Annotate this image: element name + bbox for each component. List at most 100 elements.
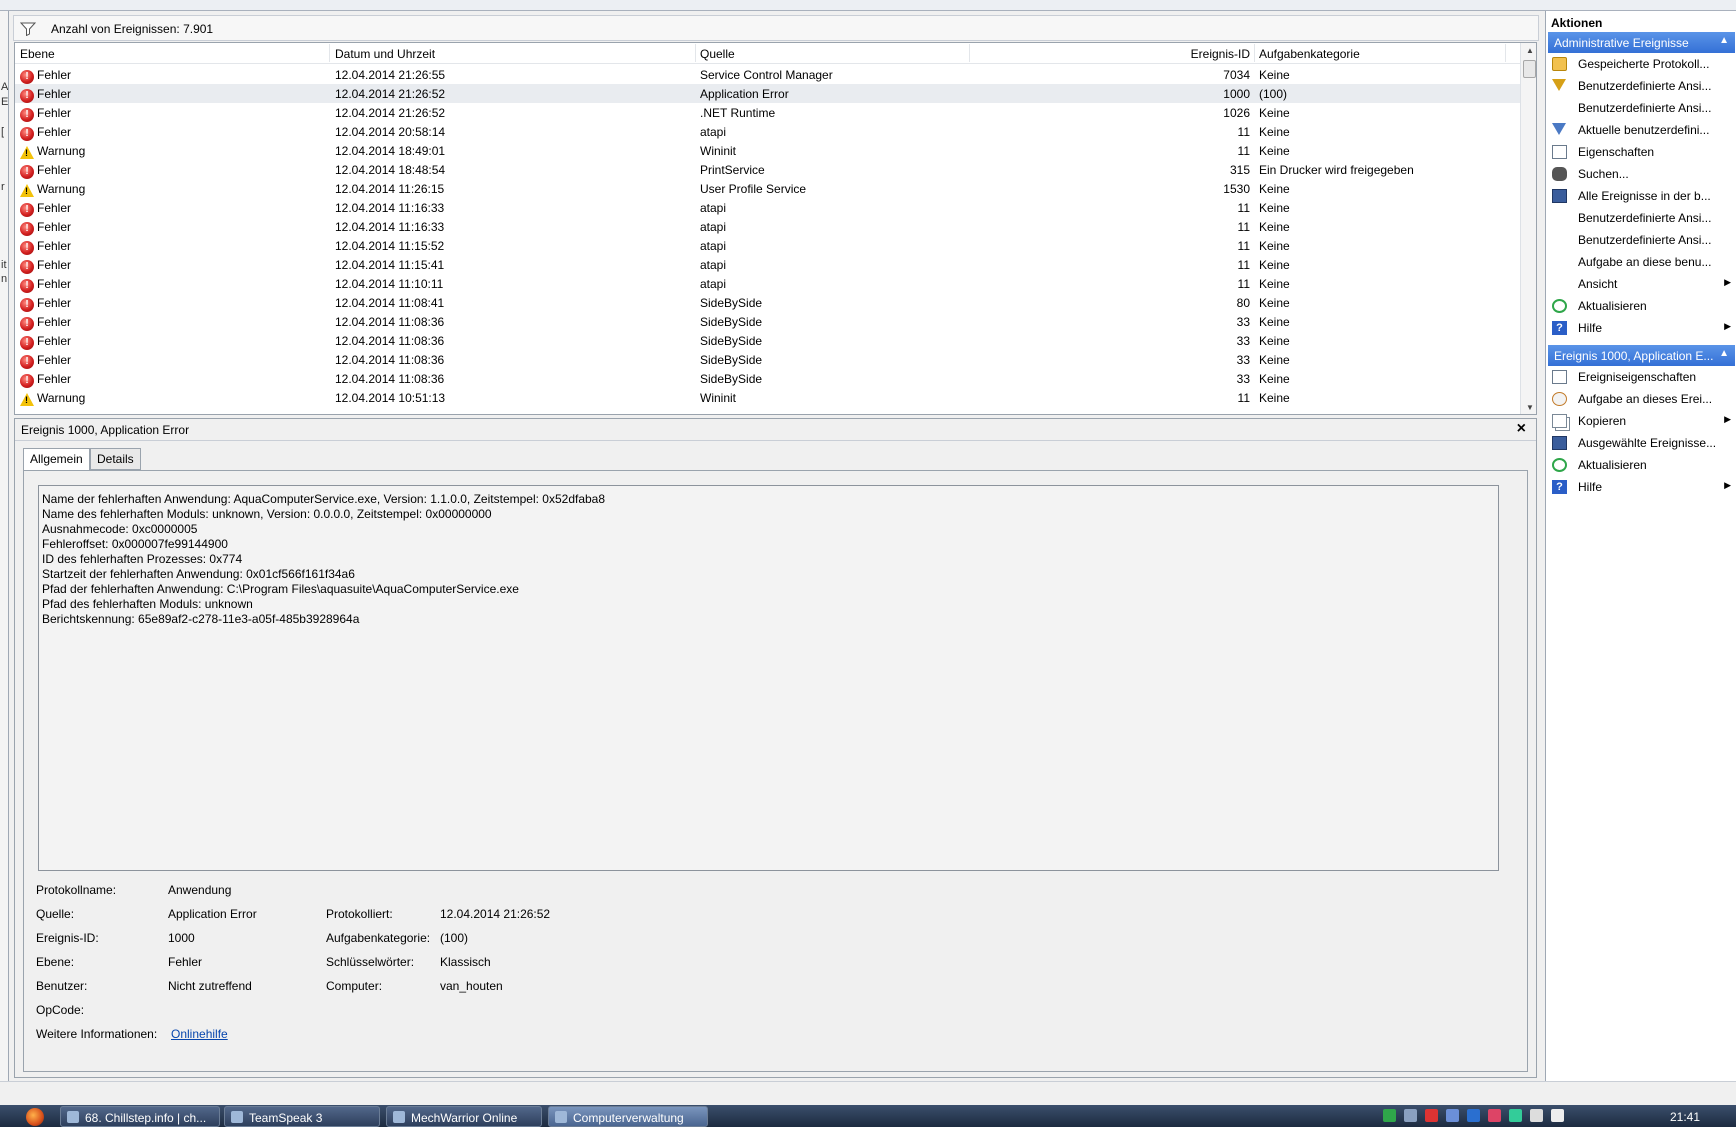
tray-app-icon[interactable] (1467, 1109, 1480, 1122)
tray-app-icon[interactable] (1446, 1109, 1459, 1122)
network-icon[interactable] (1530, 1109, 1543, 1122)
cell-source: atapi (700, 239, 727, 253)
cell-category: Keine (1259, 258, 1290, 272)
action-ereigniseigenschaften[interactable]: Ereigniseigenschaften (1548, 366, 1735, 388)
table-row[interactable]: ! Warnung 12.04.2014 10:51:13 Wininit 11 Kein… (15, 388, 1520, 407)
table-row[interactable]: ! Warnung 12.04.2014 11:26:15 User Profile … (15, 179, 1520, 198)
cell-category: Keine (1259, 353, 1290, 367)
action-benutzerdefinierte-ansi[interactable]: Benutzerdefinierte Ansi... (1548, 97, 1735, 119)
browser-icon (67, 1111, 79, 1123)
tray-app-icon[interactable] (1425, 1109, 1438, 1122)
scroll-thumb[interactable] (1523, 60, 1536, 78)
scroll-down-icon[interactable]: ▼ (1526, 403, 1534, 412)
cell-datetime: 12.04.2014 11:08:36 (335, 372, 445, 386)
action-suchen[interactable]: Suchen... (1548, 163, 1735, 185)
table-row[interactable]: ! Fehler 12.04.2014 11:15:41 atapi 11 Keine (15, 255, 1520, 274)
action-hilfe[interactable]: ? Hilfe ▶ (1548, 317, 1735, 339)
table-row[interactable]: ! Fehler 12.04.2014 11:08:36 SideBySide 33 Ke… (15, 369, 1520, 388)
cell-source: SideBySide (700, 315, 763, 329)
column-header-quelle[interactable]: Quelle (700, 47, 735, 61)
action-label: Ereigniseigenschaften (1578, 370, 1697, 384)
grid-scrollbar[interactable]: ▲ ▼ (1520, 43, 1536, 414)
action-gespeicherte-protokoll[interactable]: Gespeicherte Protokoll... (1548, 53, 1735, 75)
table-row[interactable]: ! Fehler 12.04.2014 11:08:36 SideBySide 33 Ke… (15, 331, 1520, 350)
tray-app-icon[interactable] (1509, 1109, 1522, 1122)
tab-details[interactable]: Details (90, 448, 141, 470)
action-label: Hilfe (1578, 321, 1603, 335)
table-row[interactable]: ! Warnung 12.04.2014 18:49:01 Wininit 11 Kein… (15, 141, 1520, 160)
column-header-ereignis-id[interactable]: Ereignis-ID (1095, 47, 1250, 61)
events-grid[interactable]: Ebene Datum und Uhrzeit Quelle Ereignis-… (14, 42, 1537, 415)
action-hilfe[interactable]: ? Hilfe ▶ (1548, 476, 1735, 498)
collapse-icon[interactable]: ▲ (1719, 348, 1729, 359)
table-row[interactable]: ! Fehler 12.04.2014 11:08:36 SideBySide 33 Ke… (15, 350, 1520, 369)
start-button[interactable] (26, 1108, 44, 1126)
cell-category: Keine (1259, 106, 1290, 120)
column-header-datum[interactable]: Datum und Uhrzeit (335, 47, 435, 61)
cell-source: atapi (700, 125, 727, 139)
cell-source: SideBySide (700, 353, 763, 367)
cell-datetime: 12.04.2014 11:08:41 (335, 296, 445, 310)
prop-aufgabenkategorie-value: (100) (440, 931, 469, 945)
action-ausgewählte-ereignisse[interactable]: Ausgewählte Ereignisse... (1548, 432, 1735, 454)
action-kopieren[interactable]: Kopieren ▶ (1548, 410, 1735, 432)
collapse-icon[interactable]: ▲ (1719, 35, 1729, 46)
event-description[interactable]: Name der fehlerhaften Anwendung: AquaCom… (38, 485, 1499, 871)
column-header-aufgabenkategorie[interactable]: Aufgabenkategorie (1259, 47, 1360, 61)
taskbar-item-computerverwaltung[interactable]: Computerverwaltung (548, 1106, 708, 1127)
taskbar-item-teamspeak[interactable]: TeamSpeak 3 (224, 1106, 380, 1127)
tray-app-icon[interactable] (1488, 1109, 1501, 1122)
onlinehilfe-link[interactable]: Onlinehilfe (171, 1027, 228, 1041)
tray-app-icon[interactable] (1404, 1109, 1417, 1122)
close-icon[interactable]: × (1517, 420, 1526, 438)
table-row[interactable]: ! Fehler 12.04.2014 21:26:52 Application Er… (15, 84, 1520, 103)
cell-source: atapi (700, 201, 727, 215)
cell-event-id: 11 (1237, 277, 1250, 291)
table-row[interactable]: ! Fehler 12.04.2014 11:08:41 SideBySide 80 Ke… (15, 293, 1520, 312)
action-ansicht[interactable]: Ansicht ▶ (1548, 273, 1735, 295)
section-administrative-ereignisse[interactable]: Administrative Ereignisse ▲ (1548, 32, 1735, 53)
table-row[interactable]: ! Fehler 12.04.2014 20:58:14 atapi 11 Keine (15, 122, 1520, 141)
tab-panel-allgemein: Name der fehlerhaften Anwendung: AquaCom… (23, 470, 1528, 1072)
table-row[interactable]: ! Fehler 12.04.2014 11:10:11 atapi 11 Keine (15, 274, 1520, 293)
table-row[interactable]: ! Fehler 12.04.2014 21:26:52 .NET Runtime 10… (15, 103, 1520, 122)
tab-allgemein[interactable]: Allgemein (23, 448, 90, 471)
section-ereignis-1000[interactable]: Ereignis 1000, Application E... ▲ (1548, 345, 1735, 366)
volume-icon[interactable] (1551, 1109, 1564, 1122)
action-benutzerdefinierte-ansi[interactable]: Benutzerdefinierte Ansi... (1548, 229, 1735, 251)
table-row[interactable]: ! Fehler 12.04.2014 11:15:52 atapi 11 Keine (15, 236, 1520, 255)
submenu-arrow-icon: ▶ (1724, 414, 1731, 424)
action-alle-ereignisse-in-der-b[interactable]: Alle Ereignisse in der b... (1548, 185, 1735, 207)
scroll-up-icon[interactable]: ▲ (1526, 46, 1534, 55)
taskbar-clock[interactable]: 21:41 (1670, 1110, 1700, 1124)
taskbar-item-chillstep[interactable]: 68. Chillstep.info | ch... (60, 1106, 220, 1127)
cell-datetime: 12.04.2014 11:15:52 (335, 239, 445, 253)
table-row[interactable]: ! Fehler 12.04.2014 18:48:54 PrintService 31… (15, 160, 1520, 179)
cell-level: Fehler (37, 315, 72, 329)
cell-datetime: 12.04.2014 11:16:33 (335, 220, 445, 234)
prop-quelle-value: Application Error (168, 907, 257, 921)
action-aufgabe-an-diese-benu[interactable]: Aufgabe an diese benu... (1548, 251, 1735, 273)
action-aktualisieren[interactable]: Aktualisieren (1548, 295, 1735, 317)
taskbar-item-mechwarrior[interactable]: MechWarrior Online (386, 1106, 542, 1127)
cell-level: Fehler (37, 372, 72, 386)
folder-icon (1552, 57, 1567, 71)
table-row[interactable]: ! Fehler 12.04.2014 21:26:55 Service Contro… (15, 65, 1520, 84)
table-row[interactable]: ! Fehler 12.04.2014 11:16:33 atapi 11 Keine (15, 198, 1520, 217)
tray-app-icon[interactable] (1383, 1109, 1396, 1122)
action-benutzerdefinierte-ansi[interactable]: Benutzerdefinierte Ansi... (1548, 207, 1735, 229)
action-benutzerdefinierte-ansi[interactable]: Benutzerdefinierte Ansi... (1548, 75, 1735, 97)
action-aktualisieren[interactable]: Aktualisieren (1548, 454, 1735, 476)
table-row[interactable]: ! Fehler 12.04.2014 11:16:33 atapi 11 Keine (15, 217, 1520, 236)
action-aktuelle-benutzerdefini[interactable]: Aktuelle benutzerdefini... (1548, 119, 1735, 141)
action-aufgabe-an-dieses-erei[interactable]: Aufgabe an dieses Erei... (1548, 388, 1735, 410)
cell-event-id: 11 (1237, 391, 1250, 405)
action-eigenschaften[interactable]: Eigenschaften (1548, 141, 1735, 163)
cell-category: Keine (1259, 144, 1290, 158)
cell-category: Keine (1259, 220, 1290, 234)
cell-level: Warnung (37, 182, 86, 196)
column-header-ebene[interactable]: Ebene (20, 47, 55, 61)
cell-event-id: 1000 (1223, 87, 1250, 101)
table-row[interactable]: ! Fehler 12.04.2014 11:08:36 SideBySide 33 Ke… (15, 312, 1520, 331)
cell-event-id: 11 (1237, 258, 1250, 272)
